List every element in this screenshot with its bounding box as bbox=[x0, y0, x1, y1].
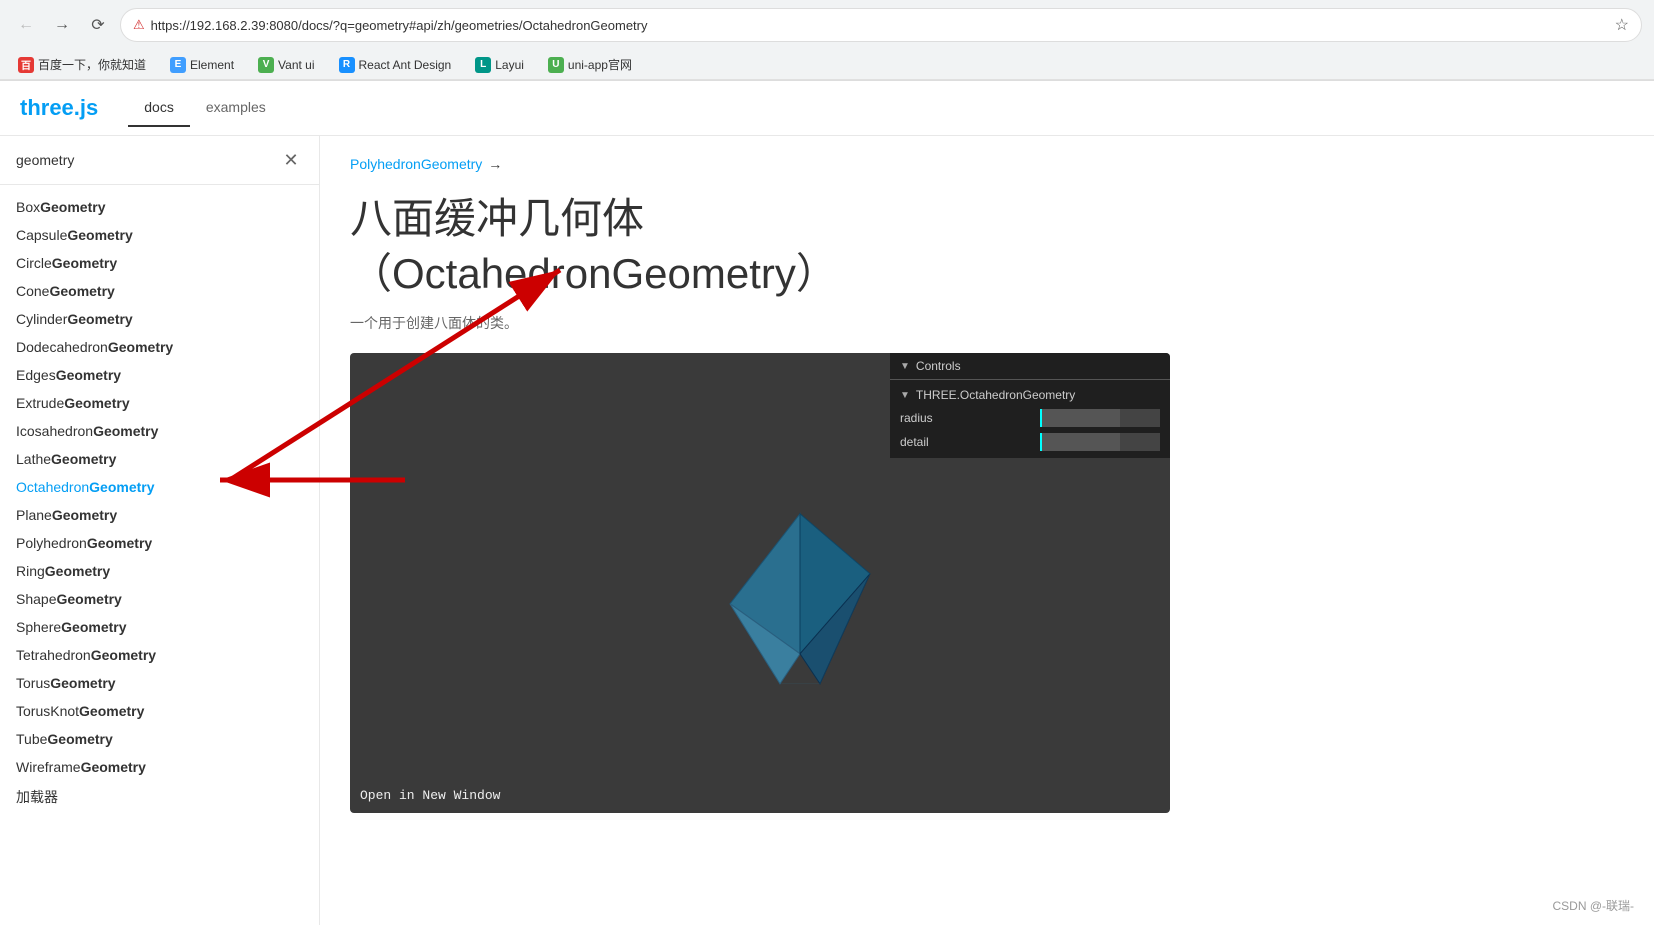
bookmark-baidu[interactable]: 百 百度一下，你就知道 bbox=[12, 54, 152, 75]
address-bar[interactable]: ⚠ https://192.168.2.39:8080/docs/?q=geom… bbox=[120, 8, 1642, 42]
sidebar-item-3[interactable]: ConeGeometry bbox=[0, 277, 319, 305]
site-logo[interactable]: three.js bbox=[20, 95, 98, 121]
sidebar-list: BoxGeometryCapsuleGeometryCircleGeometry… bbox=[0, 185, 319, 821]
controls-section-header: ▼ THREE.OctahedronGeometry bbox=[890, 384, 1170, 406]
sidebar-item-11[interactable]: PlaneGeometry bbox=[0, 501, 319, 529]
page-title-line2: （OctahedronGeometry） bbox=[350, 250, 838, 297]
csdn-watermark: CSDN @-联瑞- bbox=[1552, 897, 1634, 914]
octahedron-shape bbox=[700, 494, 900, 717]
bookmark-element-icon: E bbox=[170, 57, 186, 73]
sidebar-item-10[interactable]: OctahedronGeometry bbox=[0, 473, 319, 501]
page-layout: three.js docs examples geometry ✕ BoxGeo… bbox=[0, 81, 1654, 925]
controls-radius-row: radius 10 bbox=[890, 406, 1170, 430]
breadcrumb-arrow-icon: → bbox=[488, 156, 502, 172]
bookmark-vant-icon: V bbox=[258, 57, 274, 73]
sidebar-title: geometry bbox=[16, 152, 74, 168]
page-description: 一个用于创建八面体的类。 bbox=[350, 313, 1624, 333]
nav-tabs: docs examples bbox=[128, 89, 282, 127]
bookmark-uniapp[interactable]: U uni-app官网 bbox=[542, 54, 638, 75]
sidebar: geometry ✕ BoxGeometryCapsuleGeometryCir… bbox=[0, 136, 320, 925]
sidebar-item-16[interactable]: TetrahedronGeometry bbox=[0, 641, 319, 669]
bookmark-vant-label: Vant ui bbox=[278, 58, 314, 72]
controls-title: Controls bbox=[916, 359, 961, 373]
bookmark-react-label: React Ant Design bbox=[359, 58, 452, 72]
main-content: PolyhedronGeometry → 八面缓冲几何体 （Octahedron… bbox=[320, 136, 1654, 925]
sidebar-item-5[interactable]: DodecahedronGeometry bbox=[0, 333, 319, 361]
controls-detail-slider[interactable] bbox=[1040, 433, 1120, 451]
demo-viewer: ▼ Controls ▼ THREE.OctahedronGeometry ra… bbox=[350, 353, 1170, 813]
bookmark-vant[interactable]: V Vant ui bbox=[252, 55, 320, 75]
sidebar-item-12[interactable]: PolyhedronGeometry bbox=[0, 529, 319, 557]
controls-section: ▼ THREE.OctahedronGeometry radius 10 bbox=[890, 380, 1170, 458]
sidebar-item-17[interactable]: TorusGeometry bbox=[0, 669, 319, 697]
controls-header: ▼ Controls bbox=[890, 353, 1170, 380]
sidebar-item-9[interactable]: LatheGeometry bbox=[0, 445, 319, 473]
controls-radius-input-container: 10 bbox=[1040, 409, 1160, 427]
open-new-window-label: Open in New Window bbox=[360, 788, 500, 803]
sidebar-header: geometry ✕ bbox=[0, 136, 319, 185]
sidebar-item-4[interactable]: CylinderGeometry bbox=[0, 305, 319, 333]
back-button[interactable]: ← bbox=[12, 11, 40, 39]
sidebar-item-15[interactable]: SphereGeometry bbox=[0, 613, 319, 641]
breadcrumb[interactable]: PolyhedronGeometry → bbox=[350, 156, 1624, 172]
sidebar-item-2[interactable]: CircleGeometry bbox=[0, 249, 319, 277]
bookmarks-bar: 百 百度一下，你就知道 E Element V Vant ui R React … bbox=[0, 50, 1654, 80]
bookmark-uniapp-icon: U bbox=[548, 57, 564, 73]
tab-examples[interactable]: examples bbox=[190, 89, 282, 127]
sidebar-item-7[interactable]: ExtrudeGeometry bbox=[0, 389, 319, 417]
controls-section-title: THREE.OctahedronGeometry bbox=[916, 388, 1075, 402]
sidebar-item-19[interactable]: TubeGeometry bbox=[0, 725, 319, 753]
controls-detail-label: detail bbox=[900, 435, 1040, 449]
breadcrumb-text: PolyhedronGeometry bbox=[350, 156, 482, 172]
controls-radius-label: radius bbox=[900, 411, 1040, 425]
bookmark-layui[interactable]: L Layui bbox=[469, 55, 530, 75]
sidebar-item-8[interactable]: IcosahedronGeometry bbox=[0, 417, 319, 445]
bookmark-element[interactable]: E Element bbox=[164, 55, 240, 75]
controls-section-collapse-icon[interactable]: ▼ bbox=[900, 390, 910, 401]
bookmark-uniapp-label: uni-app官网 bbox=[568, 56, 632, 73]
controls-detail-value[interactable]: 0 bbox=[1120, 433, 1160, 451]
bookmark-star-icon[interactable]: ☆ bbox=[1615, 15, 1629, 35]
bookmark-baidu-label: 百度一下，你就知道 bbox=[38, 56, 146, 73]
url-text: https://192.168.2.39:8080/docs/?q=geomet… bbox=[151, 18, 1609, 33]
page-title: 八面缓冲几何体 （OctahedronGeometry） bbox=[350, 192, 1624, 301]
controls-detail-input-container: 0 bbox=[1040, 433, 1160, 451]
controls-radius-value[interactable]: 10 bbox=[1120, 409, 1160, 427]
bookmark-react-icon: R bbox=[339, 57, 355, 73]
sidebar-item-18[interactable]: TorusKnotGeometry bbox=[0, 697, 319, 725]
sidebar-item-6[interactable]: EdgesGeometry bbox=[0, 361, 319, 389]
bookmark-element-label: Element bbox=[190, 58, 234, 72]
tab-docs[interactable]: docs bbox=[128, 89, 190, 127]
sidebar-close-button[interactable]: ✕ bbox=[279, 148, 303, 172]
sidebar-item-0[interactable]: BoxGeometry bbox=[0, 193, 319, 221]
controls-panel: ▼ Controls ▼ THREE.OctahedronGeometry ra… bbox=[890, 353, 1170, 458]
controls-detail-row: detail 0 bbox=[890, 430, 1170, 454]
bookmark-layui-label: Layui bbox=[495, 58, 524, 72]
security-icon: ⚠ bbox=[133, 17, 145, 33]
sidebar-item-20[interactable]: WireframeGeometry bbox=[0, 753, 319, 781]
bookmark-react-ant[interactable]: R React Ant Design bbox=[333, 55, 458, 75]
controls-collapse-icon[interactable]: ▼ bbox=[900, 361, 910, 372]
sidebar-item-21[interactable]: 加载器 bbox=[0, 781, 319, 813]
top-nav: three.js docs examples bbox=[0, 81, 1654, 136]
sidebar-item-1[interactable]: CapsuleGeometry bbox=[0, 221, 319, 249]
content-area: geometry ✕ BoxGeometryCapsuleGeometryCir… bbox=[0, 136, 1654, 925]
controls-radius-slider[interactable] bbox=[1040, 409, 1120, 427]
page-title-line1: 八面缓冲几何体 bbox=[350, 195, 644, 242]
bookmark-layui-icon: L bbox=[475, 57, 491, 73]
reload-button[interactable]: ⟳ bbox=[84, 11, 112, 39]
sidebar-item-13[interactable]: RingGeometry bbox=[0, 557, 319, 585]
bookmark-baidu-icon: 百 bbox=[18, 57, 34, 73]
browser-titlebar: ← → ⟳ ⚠ https://192.168.2.39:8080/docs/?… bbox=[0, 0, 1654, 50]
forward-button[interactable]: → bbox=[48, 11, 76, 39]
sidebar-item-14[interactable]: ShapeGeometry bbox=[0, 585, 319, 613]
